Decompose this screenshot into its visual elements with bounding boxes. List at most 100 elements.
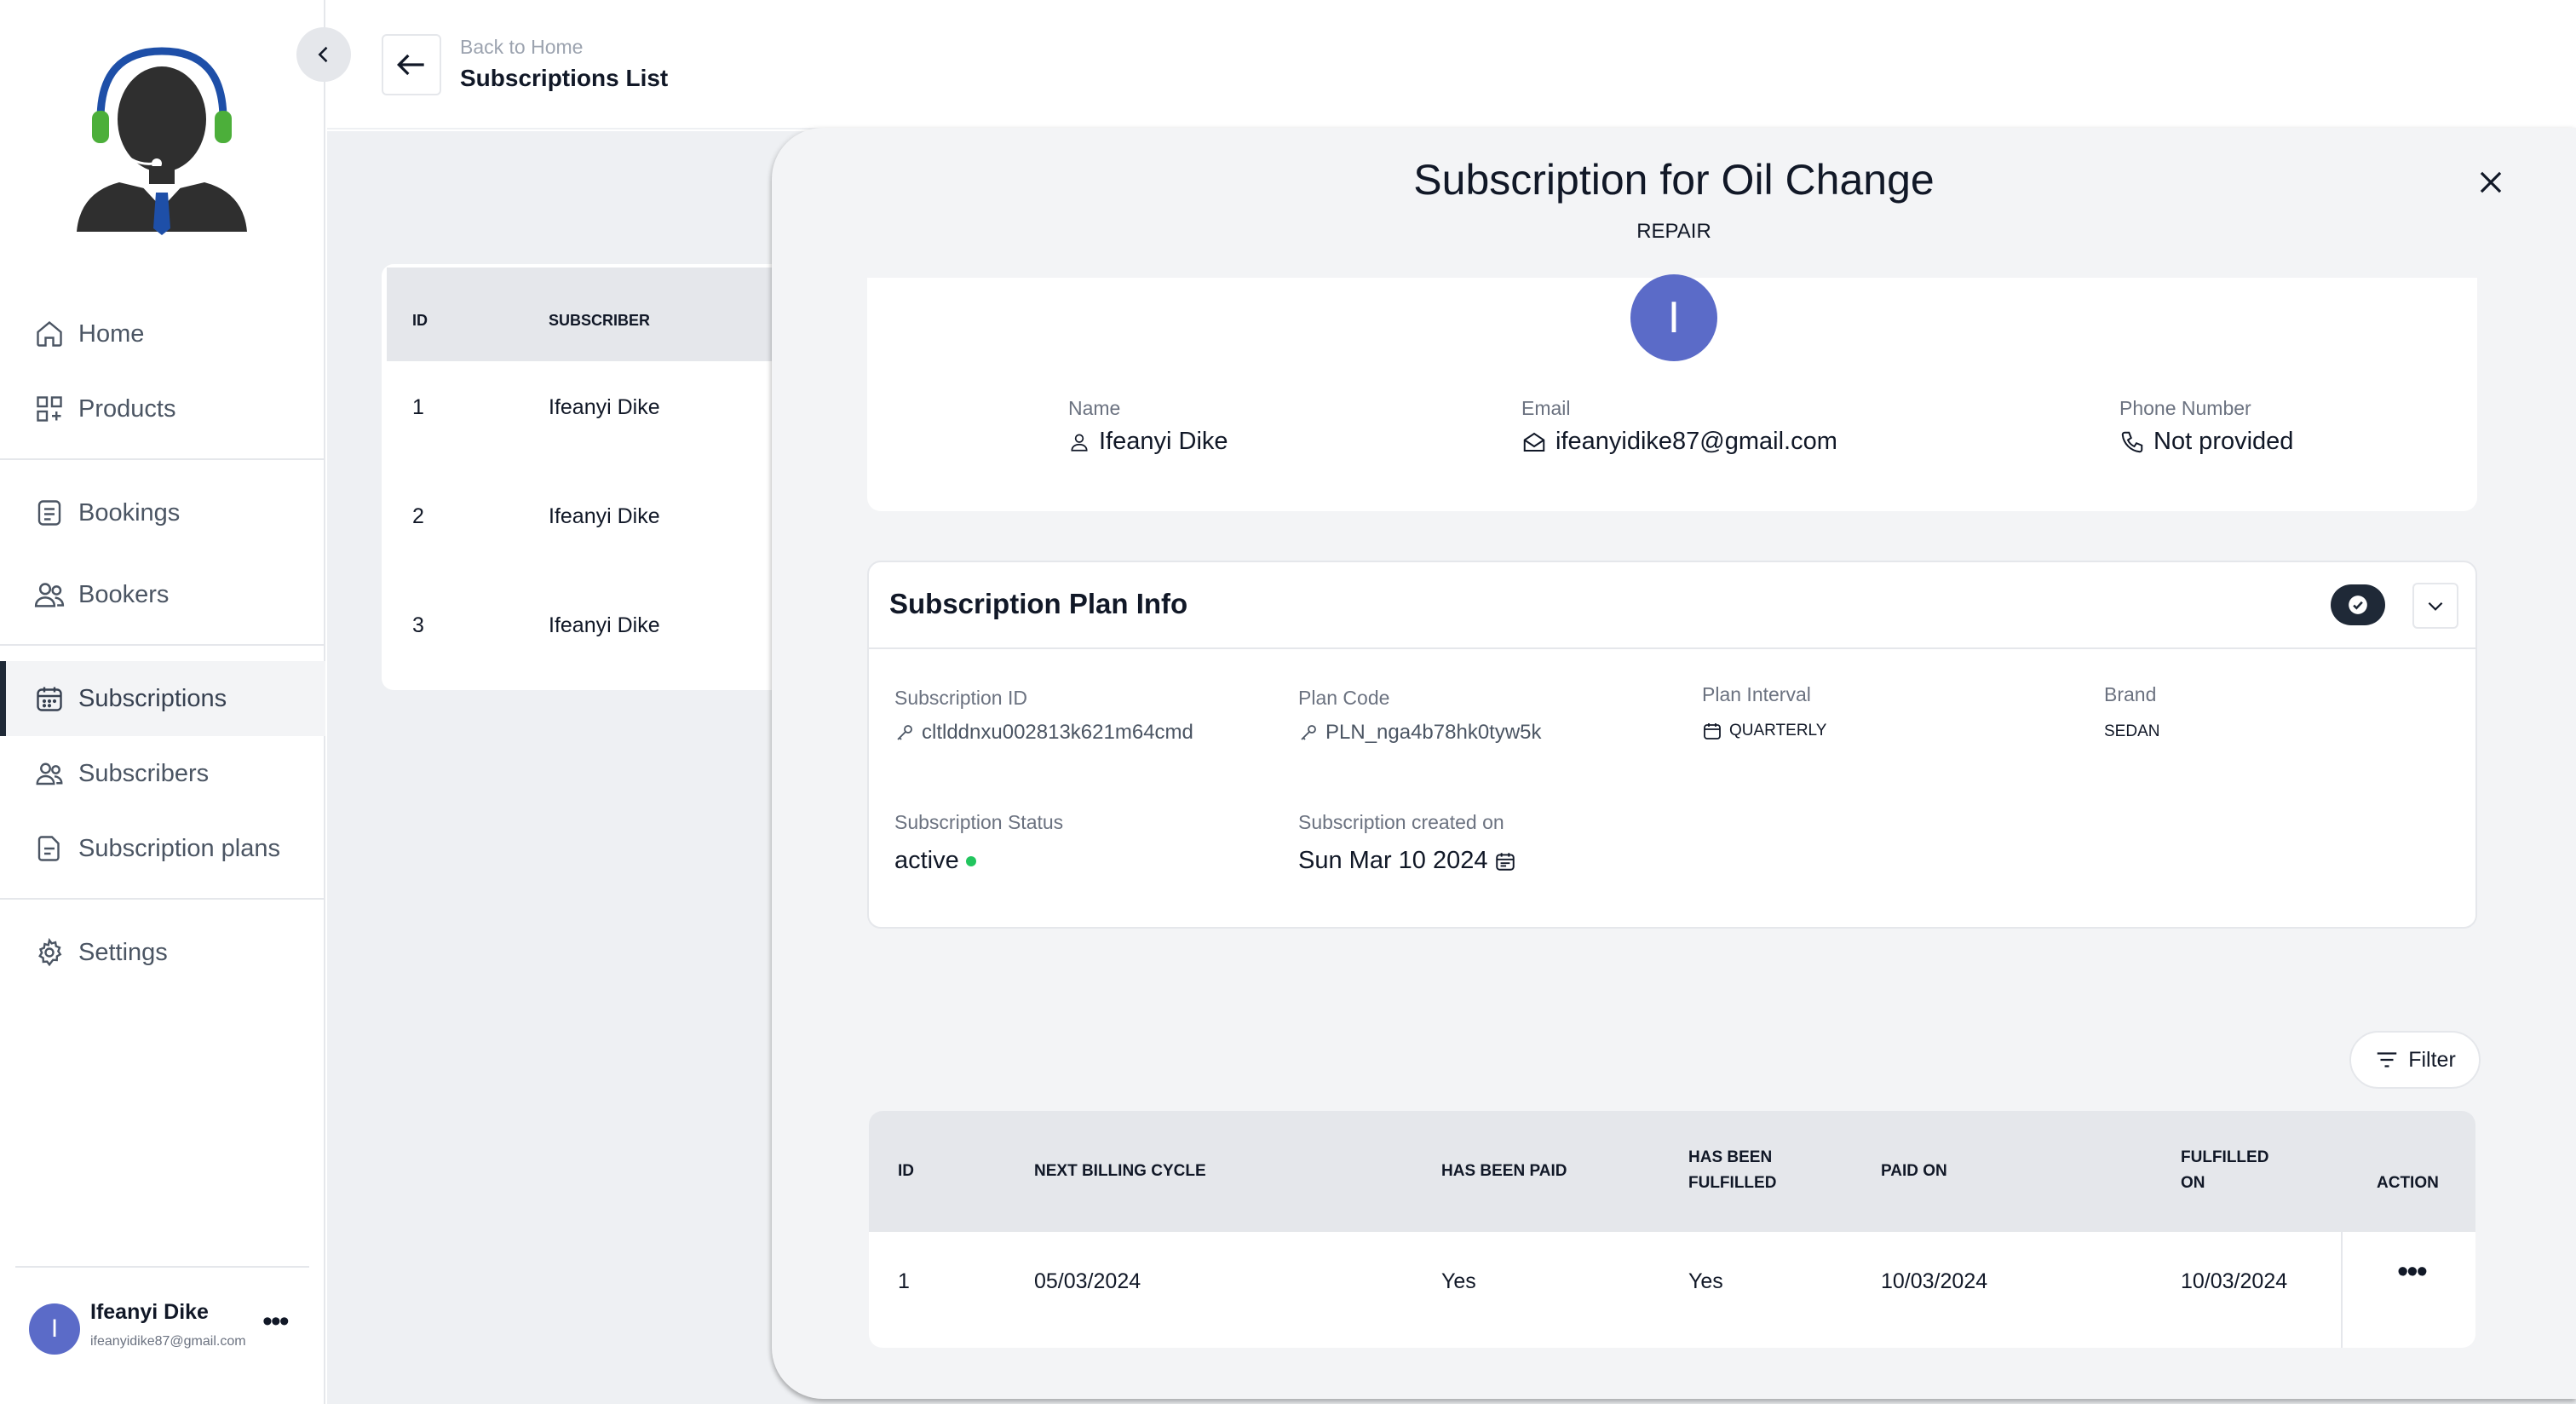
cell-next-billing: 05/03/2024 [1034,1269,1141,1293]
users-icon [32,757,66,791]
gear-icon [32,935,66,970]
brand-label: Brand [2104,683,2157,705]
close-button[interactable] [2467,158,2515,206]
subscription-plan-card: Subscription Plan Info Subscription ID c… [867,561,2477,929]
header-line: HAS BEEN [1688,1148,1773,1166]
calendar-icon [1704,723,1721,739]
subscription-id-value: cltlddnxu002813k621m64cmd [894,721,1193,745]
mail-icon [1523,432,1545,452]
nav-subscribers-label: Subscribers [78,759,210,787]
drawer-title: Subscription for Oil Change [1413,156,1935,204]
cell-id: 1 [898,1269,910,1293]
header-line: FULFILLED [2181,1148,2269,1166]
plan-interval-label: Plan Interval [1702,683,1811,705]
email-label: Email [1521,397,1571,419]
subscriber-phone: Not provided [2153,428,2294,455]
table-header: ID NEXT BILLING CYCLE HAS BEEN PAID HAS … [869,1111,2475,1232]
cell-fulfilled-on: 10/03/2024 [2181,1269,2288,1293]
page-title: Subscriptions List [460,65,669,91]
nav-settings-label: Settings [78,938,168,966]
plan-interval-value: QUARTERLY [1702,721,1826,741]
nav-subscriptions[interactable]: Subscriptions [0,661,325,736]
avatar: I [29,1303,80,1355]
column-header-has-been-paid: HAS BEEN PAID [1441,1162,1567,1180]
breadcrumb[interactable]: Back to Home [460,36,583,59]
column-header-id: ID [898,1162,914,1180]
column-divider [2341,1140,2343,1348]
filter-label: Filter [2408,1047,2456,1072]
cell-has-been-fulfilled: Yes [1688,1269,1723,1293]
plan-code-value: PLN_nga4b78hk0tyw5k [1298,721,1542,745]
nav-bookings[interactable]: Bookings [0,475,325,550]
nav-subscription-plans[interactable]: Subscription plans [0,811,325,886]
nav-divider [0,898,325,900]
billing-cycles-table: ID NEXT BILLING CYCLE HAS BEEN PAID HAS … [869,1111,2475,1348]
created-on-date: Sun Mar 10 2024 [1298,847,1488,874]
sidebar: Home Products Bookings Bookers Subscript… [0,0,325,1404]
row-id: 1 [412,395,424,419]
drawer-subtitle: REPAIR [1636,220,1711,243]
created-on-value: Sun Mar 10 2024 [1298,847,1516,875]
user-name: Ifeanyi Dike [90,1300,209,1324]
nav-divider [0,644,325,646]
row-actions-icon[interactable]: ••• [2397,1254,2428,1291]
support-agent-logo [77,47,247,235]
column-header-action: ACTION [2377,1174,2439,1192]
plan-interval: QUARTERLY [1729,722,1827,739]
avatar: I [1630,274,1717,361]
arrow-left-icon [396,54,424,76]
grid-plus-icon [32,392,66,426]
filter-icon [2377,1052,2397,1067]
calendar-icon [32,682,66,716]
column-header-subscriber: SUBSCRIBER [549,312,651,329]
subscriber-name: Ifeanyi Dike [1099,428,1228,455]
subscription-detail-drawer: Subscription for Oil Change REPAIR I Nam… [772,128,2576,1399]
status-dot [965,855,976,866]
subscriber-email: ifeanyidike87@gmail.com [1555,428,1837,455]
close-icon [2480,171,2502,193]
cell-paid-on: 10/03/2024 [1881,1269,1988,1293]
plan-code-label: Plan Code [1298,687,1390,709]
name-value: Ifeanyi Dike [1068,428,1228,456]
user-profile-card[interactable]: I Ifeanyi Dike ifeanyidike87@gmail.com •… [15,1266,309,1385]
row-id: 2 [412,504,424,528]
subscription-status-value: active [894,847,976,875]
expand-toggle-button[interactable] [2412,583,2458,629]
collapse-sidebar-button[interactable] [296,27,351,82]
row-subscriber: Ifeanyi Dike [549,395,660,419]
plan-code: PLN_nga4b78hk0tyw5k [1325,721,1542,744]
plan-card-header: Subscription Plan Info [869,562,2475,649]
phone-label: Phone Number [2119,397,2251,419]
nav-bookers[interactable]: Bookers [0,557,325,632]
nav-subscribers[interactable]: Subscribers [0,736,325,811]
nav-products-label: Products [78,394,176,423]
top-header: Back to Home Subscriptions List [327,0,2576,129]
column-header-next-billing: NEXT BILLING CYCLE [1034,1162,1206,1180]
row-id: 3 [412,613,424,637]
filter-button[interactable]: Filter [2349,1031,2481,1089]
nav-products[interactable]: Products [0,371,325,446]
header-line: ON [2181,1174,2205,1192]
header-line: FULFILLED [1688,1174,1777,1192]
brand-value: SEDAN [2104,722,2160,740]
phone-icon [2121,431,2143,452]
users-icon [32,578,66,612]
key-icon [1301,725,1316,740]
column-header-fulfilled-on: FULFILLED ON [2181,1145,2268,1196]
subscription-status-label: Subscription Status [894,811,1064,833]
email-value: ifeanyidike87@gmail.com [1521,428,1837,456]
nav-settings[interactable]: Settings [0,915,325,990]
more-options-icon[interactable]: ••• [262,1305,290,1338]
document-icon [32,831,66,866]
nav-home[interactable]: Home [0,296,325,371]
column-header-has-been-fulfilled: HAS BEEN FULFILLED [1688,1145,1776,1196]
back-button[interactable] [382,34,441,95]
subscription-id-label: Subscription ID [894,687,1027,709]
calendar-icon [1496,852,1515,871]
nav-bookings-label: Bookings [78,498,181,526]
verified-badge [2331,584,2385,625]
nav-home-label: Home [78,319,145,348]
phone-value: Not provided [2119,428,2293,456]
chevron-down-icon [2428,601,2443,611]
chevron-left-icon [318,46,328,63]
